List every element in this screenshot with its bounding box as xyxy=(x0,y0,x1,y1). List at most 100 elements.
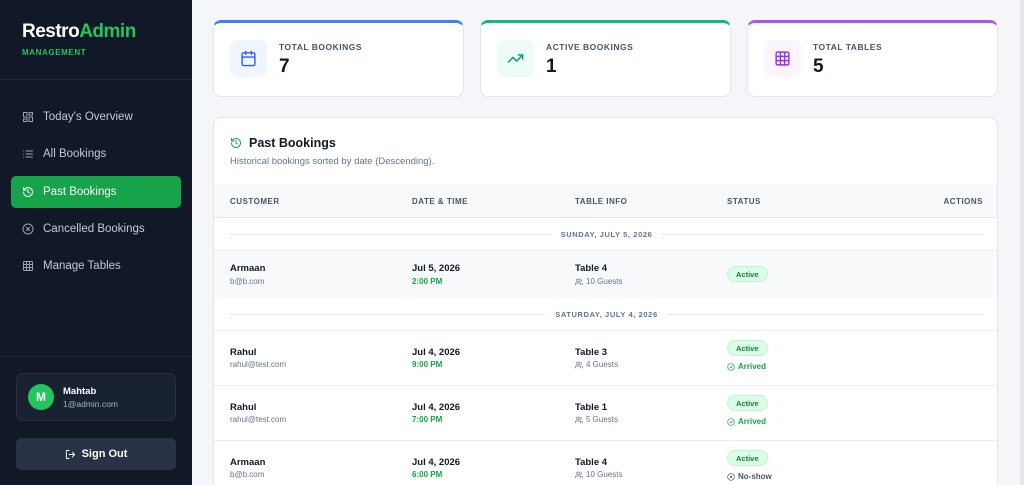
sidebar-item-past-bookings[interactable]: Past Bookings xyxy=(11,175,181,208)
grid-icon xyxy=(775,51,790,66)
user-card: M Mahtab 1@admin.com xyxy=(16,373,176,421)
arrival-status: Arrived xyxy=(727,362,766,371)
customer-name: Rahul xyxy=(230,347,257,358)
booking-date: Jul 5, 2026 xyxy=(412,263,461,274)
stat-card-total-tables: TOTAL TABLES 5 xyxy=(747,20,998,97)
sign-out-button[interactable]: Sign Out xyxy=(16,438,176,470)
users-icon xyxy=(575,471,583,478)
stat-card-total-bookings: TOTAL BOOKINGS 7 xyxy=(213,20,464,97)
brand-name-part2: Admin xyxy=(79,21,136,42)
list-icon xyxy=(23,150,33,158)
calendar-icon xyxy=(241,50,256,67)
date-group-label: SUNDAY, JULY 5, 2026 xyxy=(560,229,653,239)
panel-subtitle: Historical bookings sorted by date (Desc… xyxy=(230,156,435,167)
sidebar-item-label: All Bookings xyxy=(43,148,107,161)
brand-logo[interactable]: RestroAdmin xyxy=(22,22,136,42)
booking-date: Jul 4, 2026 xyxy=(412,457,461,468)
check-circle-icon xyxy=(727,417,735,426)
sidebar-item-label: Cancelled Bookings xyxy=(43,222,145,235)
table-grid-icon xyxy=(23,261,33,272)
user-name: Mahtab xyxy=(63,385,97,397)
panel-title: Past Bookings xyxy=(230,136,336,150)
table-row[interactable]: Armaan b@b.com Jul 5, 2026 2:00 PM Table… xyxy=(214,250,997,297)
table-row[interactable]: Rahul rahul@test.com Jul 4, 2026 7:00 PM… xyxy=(214,385,997,440)
sidebar-item-all-bookings[interactable]: All Bookings xyxy=(11,138,181,170)
separator-line xyxy=(230,233,551,235)
separator-line xyxy=(230,313,546,315)
scrollbar[interactable] xyxy=(1020,0,1024,485)
stat-card-active-bookings: ACTIVE BOOKINGS 1 xyxy=(480,20,731,97)
history-icon xyxy=(231,138,241,148)
customer-name: Armaan xyxy=(230,457,266,468)
logout-icon xyxy=(65,449,75,459)
stat-value: 5 xyxy=(813,56,824,77)
user-info: Mahtab 1@admin.com xyxy=(63,386,118,409)
guest-count-text: 4 Guests xyxy=(586,360,619,369)
column-header-actions: ACTIONS xyxy=(943,197,983,206)
sign-out-label: Sign Out xyxy=(81,448,128,460)
x-circle-icon xyxy=(22,223,34,235)
customer-email: rahul@test.com xyxy=(230,415,287,424)
arrival-status-text: Arrived xyxy=(738,362,767,371)
stat-icon-box xyxy=(497,40,534,77)
table-row[interactable]: Rahul rahul@test.com Jul 4, 2026 9:00 PM… xyxy=(214,330,997,385)
booking-time: 7:00 PM xyxy=(412,415,443,424)
user-email: 1@admin.com xyxy=(63,398,118,409)
sidebar: RestroAdmin MANAGEMENT Today's Overview … xyxy=(0,0,192,485)
sidebar-item-todays-overview[interactable]: Today's Overview xyxy=(11,101,181,133)
sidebar-item-label: Today's Overview xyxy=(43,111,133,123)
brand-name-part1: Restro xyxy=(22,21,80,42)
x-circle-icon xyxy=(727,472,735,481)
customer-email: b@b.com xyxy=(230,470,265,479)
users-icon xyxy=(575,361,583,368)
status-badge: Active xyxy=(727,340,768,356)
booking-time: 6:00 PM xyxy=(412,470,443,479)
table-name: Table 4 xyxy=(575,263,608,274)
table-name: Table 3 xyxy=(575,347,608,358)
column-header-status: STATUS xyxy=(727,197,761,206)
panel-title-text: Past Bookings xyxy=(249,136,336,150)
status-badge: Active xyxy=(727,450,768,466)
guest-count-text: 10 Guests xyxy=(586,277,623,286)
sidebar-divider xyxy=(0,356,192,357)
date-group-label: SATURDAY, JULY 4, 2026 xyxy=(555,309,658,319)
sidebar-divider xyxy=(0,79,192,80)
past-bookings-panel: Past Bookings Historical bookings sorted… xyxy=(213,117,998,485)
stat-icon-box xyxy=(764,40,801,77)
stat-value: 7 xyxy=(279,56,290,77)
guest-count: 5 Guests xyxy=(575,415,618,424)
column-header-table-info: TABLE INFO xyxy=(575,197,628,206)
booking-date: Jul 4, 2026 xyxy=(412,347,461,358)
status-badge: Active xyxy=(727,395,768,411)
booking-date: Jul 4, 2026 xyxy=(412,402,461,413)
check-circle-icon xyxy=(727,362,735,371)
sidebar-item-label: Manage Tables xyxy=(43,260,121,273)
grid-icon xyxy=(23,112,33,122)
history-icon xyxy=(23,186,33,197)
guest-count: 10 Guests xyxy=(575,470,622,479)
table-header: CUSTOMER DATE & TIME TABLE INFO STATUS A… xyxy=(214,184,997,218)
guest-count: 4 Guests xyxy=(575,360,618,369)
booking-time: 2:00 PM xyxy=(412,277,443,286)
stat-label: TOTAL TABLES xyxy=(813,42,883,52)
arrival-status-text: Arrived xyxy=(738,417,767,426)
users-icon xyxy=(575,416,583,423)
arrival-status-text: No-show xyxy=(738,472,772,481)
sidebar-item-label: Past Bookings xyxy=(43,185,117,198)
customer-name: Rahul xyxy=(230,402,257,413)
date-group-separator: SATURDAY, JULY 4, 2026 xyxy=(214,298,997,330)
table-row[interactable]: Armaan b@b.com Jul 4, 2026 6:00 PM Table… xyxy=(214,440,997,485)
avatar: M xyxy=(28,384,54,410)
table-name: Table 1 xyxy=(575,402,608,413)
stat-value: 1 xyxy=(546,56,557,77)
users-icon xyxy=(575,278,583,285)
customer-email: rahul@test.com xyxy=(230,360,287,369)
sidebar-item-manage-tables[interactable]: Manage Tables xyxy=(11,250,181,282)
guest-count: 10 Guests xyxy=(575,277,622,286)
brand-subtitle: MANAGEMENT xyxy=(22,48,87,57)
separator-line xyxy=(667,313,984,315)
stat-label: TOTAL BOOKINGS xyxy=(279,42,363,52)
sidebar-item-cancelled-bookings[interactable]: Cancelled Bookings xyxy=(11,213,181,245)
guest-count-text: 10 Guests xyxy=(586,470,623,479)
separator-line xyxy=(662,233,983,235)
